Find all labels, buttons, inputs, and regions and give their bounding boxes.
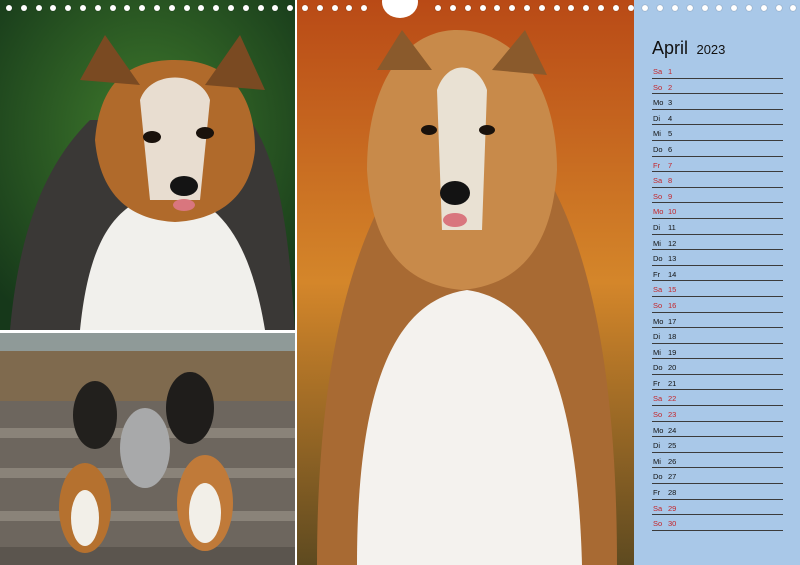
collie-portrait-photo: [297, 0, 634, 565]
day-row: Mo 3: [652, 94, 783, 110]
day-row: So 23: [652, 406, 783, 422]
calendar-page: April 2023 Sa 1 So 2 Mo 3 Di 4 Mi 5 Do 6 Fr 7 Sa 8 So 9 Mo…: [0, 0, 800, 565]
day-row: Mo 17: [652, 313, 783, 329]
day-number: 30: [668, 519, 677, 529]
weekday-label: So: [653, 519, 663, 529]
day-row: Sa 22: [652, 390, 783, 407]
day-row: Fr 7: [652, 157, 783, 173]
day-row: Mo 24: [652, 422, 783, 438]
day-row: Mi 26: [652, 453, 783, 469]
day-row: Mi 5: [652, 125, 783, 141]
day-row: Do 27: [652, 468, 783, 485]
month-header: April 2023: [652, 38, 725, 59]
day-row: Sa 15: [652, 281, 783, 297]
day-list: Sa 1 So 2 Mo 3 Di 4 Mi 5 Do 6 Fr 7 Sa 8 So 9 Mo 10 Di 11 Mi 12 D…: [652, 63, 783, 531]
year: 2023: [696, 42, 726, 57]
calendar-panel: April 2023 Sa 1 So 2 Mo 3 Di 4 Mi 5 Do 6 Fr 7 Sa 8 So 9 Mo…: [634, 0, 800, 565]
day-row: Fr 14: [652, 266, 783, 282]
day-row: Fr 21: [652, 375, 783, 391]
day-row: Do 6: [652, 141, 783, 157]
day-row: So 9: [652, 188, 783, 204]
day-row: Mi 19: [652, 344, 783, 360]
day-row: So 2: [652, 79, 783, 95]
day-row: Di 11: [652, 219, 783, 235]
day-row: So 30: [652, 515, 783, 531]
day-row: Sa 29: [652, 500, 783, 516]
day-row: Sa 1: [652, 63, 783, 79]
sheltie-portrait-photo: [0, 0, 295, 330]
day-row: Mi 12: [652, 235, 783, 251]
day-row: Sa 8: [652, 172, 783, 188]
day-row: Do 20: [652, 359, 783, 375]
day-row: Di 18: [652, 328, 783, 344]
day-row: Di 4: [652, 110, 783, 126]
day-row: So 16: [652, 297, 783, 313]
day-row: Fr 28: [652, 484, 783, 500]
dog-group-on-steps-photo: [0, 333, 295, 565]
day-row: Mo 10: [652, 203, 783, 219]
month-name: April: [652, 38, 689, 58]
day-row: Do 13: [652, 250, 783, 266]
day-row: Di 25: [652, 437, 783, 453]
